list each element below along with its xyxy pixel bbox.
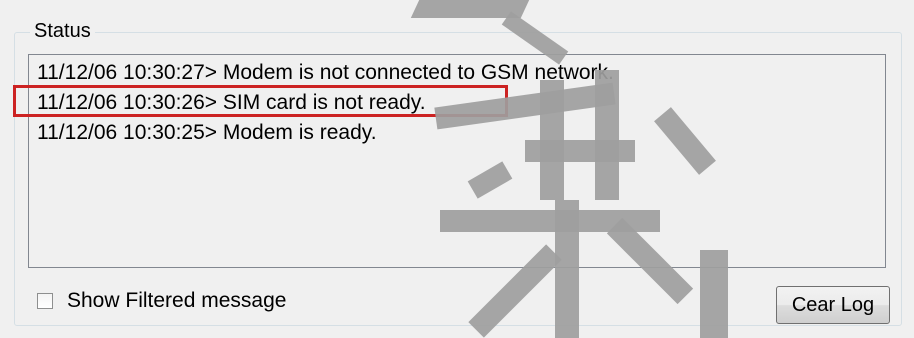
clear-log-button[interactable]: Cear Log <box>776 286 890 324</box>
status-panel: Status 11/12/06 10:30:27> Modem is not c… <box>0 0 914 338</box>
show-filtered-label: Show Filtered message <box>67 289 287 312</box>
show-filtered-checkbox[interactable] <box>37 293 53 309</box>
log-line: 11/12/06 10:30:27> Modem is not connecte… <box>37 61 614 84</box>
status-group-title: Status <box>30 20 95 43</box>
log-line: 11/12/06 10:30:25> Modem is ready. <box>37 121 377 144</box>
highlight-box <box>13 85 508 117</box>
